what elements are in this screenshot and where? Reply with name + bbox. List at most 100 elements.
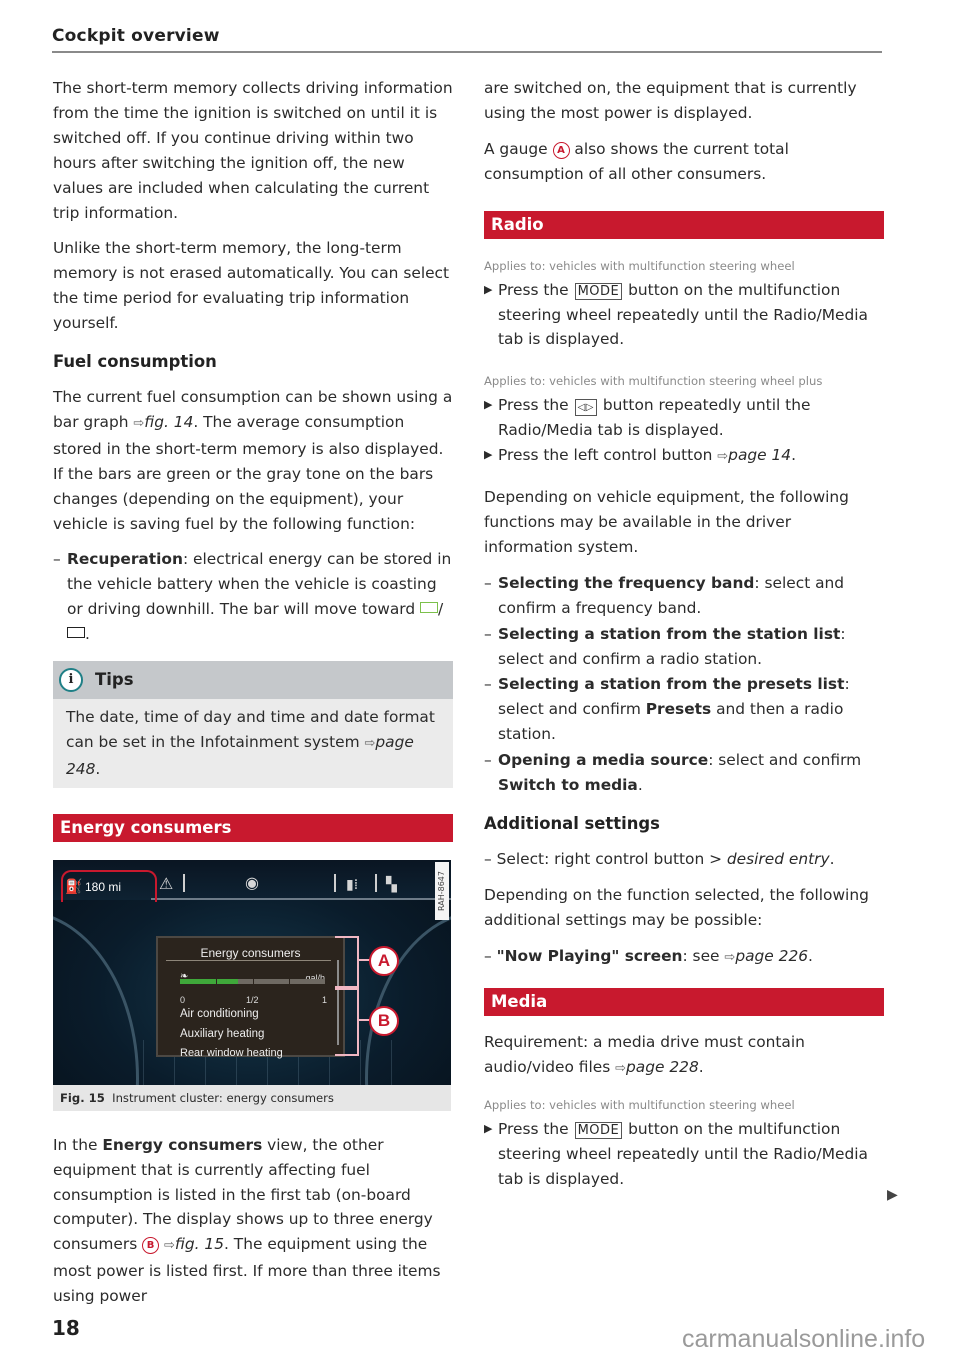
paragraph-energy-consumers-view: In the Energy consumers view, the other … (53, 1133, 453, 1309)
battery-green-icon (420, 602, 439, 614)
bracket-a (335, 935, 359, 988)
battery-icon (67, 627, 85, 639)
fig-15-link[interactable]: ⇨fig. 15 (164, 1235, 224, 1253)
left-column: The short-term memory collects driving i… (53, 76, 453, 1320)
list-item-function: – Selecting the frequency band: select an… (484, 571, 884, 621)
function-term: Selecting a station from the station lis… (498, 624, 841, 643)
paragraph-requirement: Requirement: a media drive must contain … (484, 1030, 884, 1082)
panel-title: Energy consumers (200, 945, 301, 960)
separator (334, 873, 336, 892)
separator (375, 873, 377, 892)
text: / (438, 600, 444, 619)
gauge-tick (216, 977, 218, 985)
callout-b: B (369, 1005, 399, 1036)
text: In the (53, 1135, 103, 1154)
text: Press the (498, 396, 574, 415)
energy-consumers-panel: Energy consumers ❧ gal/h 0 1/2 1 Air con… (156, 935, 345, 1059)
applies-to: Applies to: vehicles with multifunction … (484, 1098, 795, 1113)
fig-14-link[interactable]: ⇨fig. 14 (133, 413, 193, 431)
list-item-recuperation: – Recuperation: electrical energy can be… (53, 547, 453, 647)
figure-instrument-cluster: ⛽ 180 mi ⚠ ◉ ▮⁞ ▚ RAH-8647 Energy consum… (53, 859, 451, 1085)
arrows-key: ◁▷ (574, 399, 597, 417)
text: : see (682, 946, 725, 965)
bracket-b (335, 987, 359, 1056)
arrow-right-icon: ⇨ (164, 1238, 175, 1254)
step-press-arrows: ▶ Press the ◁▷ button repeatedly until th… (484, 393, 884, 443)
callout-b-ref: B (142, 1237, 160, 1255)
mode-key: MODE (574, 1122, 623, 1140)
page-number: 18 (52, 1316, 80, 1340)
figure-caption: Fig. 15 Instrument cluster: energy consu… (53, 1084, 451, 1111)
gauge-tick (288, 977, 290, 985)
function-term: Selecting the frequency band (498, 573, 755, 592)
step-bullet-icon: ▶ (484, 398, 493, 412)
text: . (698, 1058, 704, 1077)
callout-a-ref: A (552, 141, 570, 159)
text: Press the left control button (498, 446, 718, 465)
info-icon: i (59, 668, 83, 693)
heading-fuel-consumption: Fuel consumption (53, 352, 217, 372)
step-bullet-icon: ▶ (484, 1122, 493, 1136)
consumption-gauge (180, 977, 325, 985)
arrow-right-icon: ⇨ (364, 735, 376, 751)
text: A gauge (484, 139, 553, 158)
panel-divider (166, 959, 331, 961)
gauge-scale-max: 1 (322, 994, 328, 1005)
tips-header: i Tips (53, 661, 453, 700)
separator (183, 873, 185, 892)
page-226-link[interactable]: ⇨page 226 (724, 947, 808, 965)
list-item-function: – Opening a media source: select and conf… (484, 748, 884, 798)
arrow-right-icon: ⇨ (724, 949, 736, 965)
recuperation-term: Recuperation (67, 550, 183, 569)
bold-term: Presets (645, 700, 712, 719)
step-press-mode: ▶ Press the MODE button on the multifunct… (484, 278, 884, 353)
dash: – (484, 573, 492, 592)
ref-text: fig. 14 (144, 412, 194, 431)
applies-to: Applies to: vehicles with multifunction … (484, 258, 795, 273)
ref-text: page 14 (728, 446, 792, 465)
section-band-media: Media (484, 988, 884, 1017)
text: . (829, 849, 835, 868)
right-column: are switched on, the equipment that is c… (484, 76, 884, 1192)
text: . (808, 946, 813, 965)
warning-icon: ⚠ (159, 873, 174, 893)
section-band-energy-consumers: Energy consumers (53, 813, 453, 842)
consumption-gauge-fill (180, 978, 238, 984)
tips-box: i Tips The date, time of day and time an… (53, 661, 453, 788)
map-icon: ▚ (386, 876, 397, 893)
fuel-pump-icon: ⛽ (65, 878, 83, 895)
arrow-right-icon: ⇨ (717, 449, 729, 465)
continue-arrow-icon: ▶ (887, 1187, 898, 1203)
arrow-right-icon: ⇨ (133, 415, 145, 431)
paragraph-select: – Select: right control button > desired… (484, 847, 884, 872)
gauge-tick (252, 977, 254, 985)
text: Press the (498, 1120, 574, 1139)
dash: – (484, 751, 492, 770)
page-14-link[interactable]: ⇨page 14 (717, 446, 791, 464)
tips-label: Tips (95, 669, 134, 689)
text: . (95, 759, 101, 778)
watermark: carmanualsonline.info (682, 1325, 926, 1353)
bold-term: "Now Playing" screen (496, 946, 683, 965)
heading-additional-settings: Additional settings (484, 813, 660, 833)
paragraph-short-term-memory: The short-term memory collects driving i… (53, 79, 453, 222)
dash: – (484, 849, 497, 868)
step-left-control: ▶ Press the left control button ⇨page 14. (484, 443, 884, 470)
list-item-now-playing: – "Now Playing" screen: see ⇨page 226. (484, 944, 884, 971)
text: . (791, 446, 796, 465)
text: Select: right control button > (496, 849, 727, 868)
page-228-link[interactable]: ⇨page 228 (615, 1058, 699, 1076)
text: . (85, 625, 90, 644)
header-rule (52, 51, 882, 53)
step-bullet-icon: ▶ (484, 448, 493, 462)
ref-text: fig. 15 (174, 1235, 225, 1254)
page-header-title: Cockpit overview (52, 26, 220, 46)
consumer-item: Rear window heating (180, 1046, 283, 1059)
step-bullet-icon: ▶ (484, 282, 493, 296)
paragraph-depending: Depending on vehicle equipment, the foll… (484, 488, 849, 556)
function-term: Selecting a station from the presets lis… (498, 675, 845, 694)
paragraph-continued: are switched on, the equipment that is c… (484, 79, 857, 122)
figure-label: Fig. 15 (60, 1090, 105, 1105)
text: . (637, 776, 643, 795)
disc-icon: ◉ (245, 872, 259, 892)
